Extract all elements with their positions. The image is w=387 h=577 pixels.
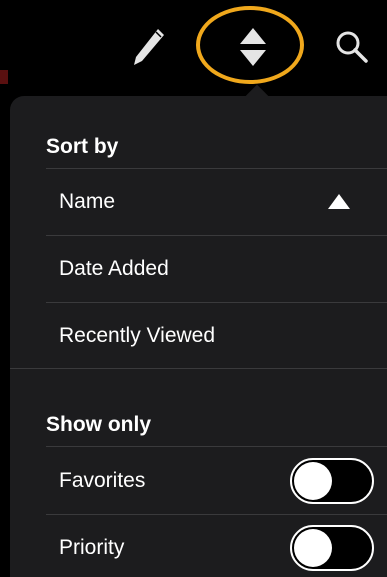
filter-label: Priority: [59, 536, 125, 559]
filter-label: Favorites: [59, 469, 146, 492]
sort-option-date-added[interactable]: Date Added: [10, 236, 387, 302]
filter-favorites: Favorites: [10, 448, 387, 514]
section-separator: [10, 368, 387, 369]
sort-option-label: Recently Viewed: [59, 324, 216, 347]
favorites-toggle[interactable]: [290, 458, 374, 504]
sort-option-name[interactable]: Name: [10, 169, 387, 235]
app-screen: Sort by Name Date Added Recently Viewed …: [0, 0, 387, 577]
toggle-knob: [294, 529, 332, 567]
sort-option-label: Date Added: [59, 257, 169, 280]
pencil-icon: [134, 29, 164, 65]
sort-button[interactable]: [218, 20, 288, 74]
sort-option-recently-viewed[interactable]: Recently Viewed: [10, 303, 387, 369]
priority-toggle[interactable]: [290, 525, 374, 571]
sort-filter-popover: Sort by Name Date Added Recently Viewed …: [10, 96, 387, 577]
search-button[interactable]: [326, 22, 378, 72]
sort-up-down-icon: [240, 28, 266, 66]
ascending-arrow-icon: [328, 194, 350, 209]
search-icon: [336, 31, 368, 63]
separator: [46, 446, 387, 447]
top-toolbar: [0, 0, 387, 86]
edge-marker: [0, 70, 8, 84]
filter-priority: Priority: [10, 515, 387, 577]
sort-option-label: Name: [59, 190, 116, 213]
edit-button[interactable]: [123, 20, 173, 74]
toggle-knob: [294, 462, 332, 500]
